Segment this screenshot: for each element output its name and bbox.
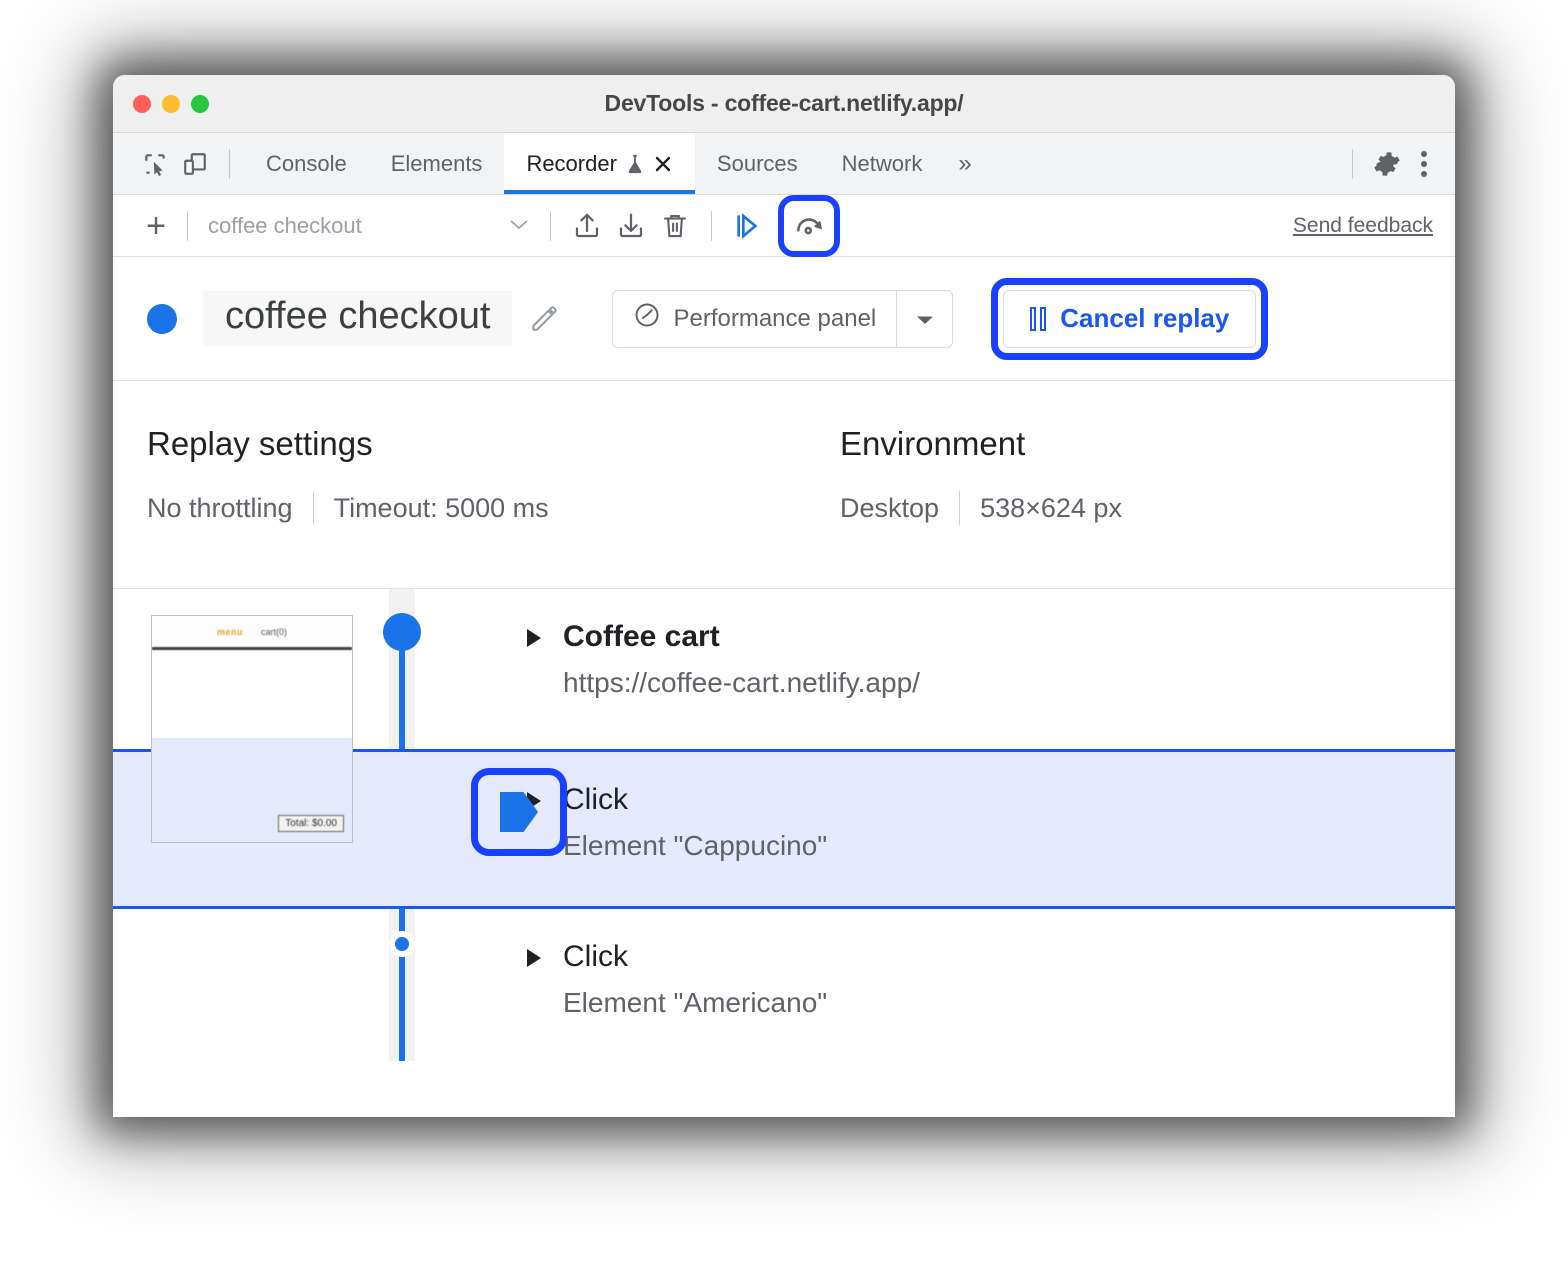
step-content: Click Element "Americano" (527, 909, 827, 1061)
tab-elements[interactable]: Elements (369, 133, 505, 194)
create-recording-button[interactable]: + (139, 209, 173, 243)
delete-icon[interactable] (653, 204, 697, 248)
chevron-down-icon[interactable] (508, 217, 530, 235)
close-recorder-tab-icon[interactable] (653, 154, 673, 174)
window-title: DevTools - coffee-cart.netlify.app/ (113, 90, 1455, 117)
timeout-value[interactable]: Timeout: 5000 ms (334, 493, 549, 524)
step-row-click-americano[interactable]: Click Element "Americano" (113, 909, 1455, 1061)
expand-step-caret-icon[interactable] (527, 949, 541, 967)
panel-tabs: Console Elements Recorder (244, 133, 944, 194)
replay-settings-values: No throttling Timeout: 5000 ms (147, 491, 784, 525)
recording-status-dot (147, 304, 177, 334)
step-title: Coffee cart (563, 617, 920, 658)
thumbnail-header: menu cart(0) (152, 616, 352, 650)
step-subtitle: Element "Americano" (563, 982, 827, 1024)
timeline-marker-pending (389, 931, 415, 957)
cancel-replay-label: Cancel replay (1060, 303, 1229, 334)
cancel-replay-highlight: Cancel replay (991, 278, 1268, 360)
window-controls[interactable] (133, 95, 209, 113)
experimental-flask-icon (625, 153, 645, 175)
toolbar-divider (229, 149, 230, 179)
step-content: Coffee cart https://coffee-cart.netlify.… (527, 589, 920, 749)
replay-target-label: Performance panel (673, 305, 876, 333)
timeline-marker-start (383, 613, 421, 651)
recording-title[interactable]: coffee checkout (203, 291, 512, 346)
environment-divider (959, 491, 960, 525)
timeline-marker-current-highlight (471, 768, 567, 856)
devtools-tabstrip: Console Elements Recorder (113, 133, 1455, 195)
tab-network-label: Network (842, 151, 923, 177)
thumbnail-nav: cart(0) (261, 627, 287, 637)
replay-settings-heading: Replay settings (147, 425, 784, 463)
environment-values: Desktop 538×624 px (840, 491, 1421, 525)
step-screenshot-thumbnail: menu cart(0) Total: $0.00 (151, 615, 353, 843)
recorder-toolbar-divider-3 (711, 211, 712, 241)
measure-performance-highlight (778, 195, 840, 257)
tab-network[interactable]: Network (820, 133, 945, 194)
step-row-navigate[interactable]: menu cart(0) Total: $0.00 Coffee cart ht… (113, 589, 1455, 749)
replay-target-value[interactable]: Performance panel (613, 291, 896, 347)
send-feedback-link[interactable]: Send feedback (1293, 214, 1433, 238)
thumbnail-total-button: Total: $0.00 (278, 815, 344, 832)
export-icon[interactable] (609, 204, 653, 248)
viewport-value[interactable]: 538×624 px (980, 493, 1122, 524)
steps-list: menu cart(0) Total: $0.00 Coffee cart ht… (113, 589, 1455, 1061)
performance-gauge-icon (633, 301, 661, 336)
replay-target-select[interactable]: Performance panel (612, 290, 953, 348)
step-title: Click (563, 937, 827, 978)
tab-sources[interactable]: Sources (695, 133, 820, 194)
more-tabs-icon[interactable]: » (944, 150, 985, 178)
recorder-toolbar: + coffee checkout (113, 195, 1455, 257)
device-value[interactable]: Desktop (840, 493, 939, 524)
tab-console-label: Console (266, 151, 347, 177)
device-toolbar-icon[interactable] (175, 144, 215, 184)
devtools-window: DevTools - coffee-cart.netlify.app/ Cons… (113, 75, 1455, 1117)
replay-settings-section: Replay settings No throttling Timeout: 5… (147, 425, 784, 588)
step-content: Click Element "Cappucino" (527, 752, 827, 906)
pencil-icon[interactable] (528, 303, 560, 335)
cancel-replay-button[interactable]: Cancel replay (1003, 290, 1256, 348)
expand-step-caret-icon[interactable] (527, 629, 541, 647)
tab-recorder[interactable]: Recorder (504, 133, 694, 194)
environment-heading: Environment (840, 425, 1421, 463)
tab-recorder-label: Recorder (526, 151, 616, 177)
tab-sources-label: Sources (717, 151, 798, 177)
step-subtitle: Element "Cappucino" (563, 825, 827, 867)
environment-section: Environment Desktop 538×624 px (784, 425, 1421, 588)
gear-icon[interactable] (1367, 144, 1407, 184)
step-title: Click (563, 780, 827, 821)
recording-header: coffee checkout Performance panel (113, 257, 1455, 381)
recorder-toolbar-divider (187, 211, 188, 241)
chevron-down-icon[interactable] (896, 291, 952, 347)
settings-divider (313, 491, 314, 525)
tabstrip-divider (1352, 149, 1353, 179)
current-step-arrow-icon (500, 792, 538, 832)
recording-selector-label[interactable]: coffee checkout (208, 213, 508, 239)
maximize-window-button[interactable] (191, 95, 209, 113)
window-titlebar: DevTools - coffee-cart.netlify.app/ (113, 75, 1455, 133)
screenshot-stage: DevTools - coffee-cart.netlify.app/ Cons… (0, 0, 1568, 1268)
measure-performance-icon[interactable] (787, 204, 831, 248)
step-subtitle: https://coffee-cart.netlify.app/ (563, 662, 920, 704)
kebab-menu-icon[interactable] (1407, 147, 1441, 181)
replay-icon[interactable] (726, 204, 770, 248)
tabstrip-actions (1338, 144, 1441, 184)
minimize-window-button[interactable] (162, 95, 180, 113)
thumbnail-brand: menu (217, 627, 243, 637)
tab-console[interactable]: Console (244, 133, 369, 194)
pause-icon (1030, 307, 1046, 331)
tab-elements-label: Elements (391, 151, 483, 177)
recorder-toolbar-divider-2 (550, 211, 551, 241)
close-window-button[interactable] (133, 95, 151, 113)
throttling-value[interactable]: No throttling (147, 493, 293, 524)
inspect-element-icon[interactable] (135, 144, 175, 184)
settings-band: Replay settings No throttling Timeout: 5… (113, 381, 1455, 589)
import-icon[interactable] (565, 204, 609, 248)
